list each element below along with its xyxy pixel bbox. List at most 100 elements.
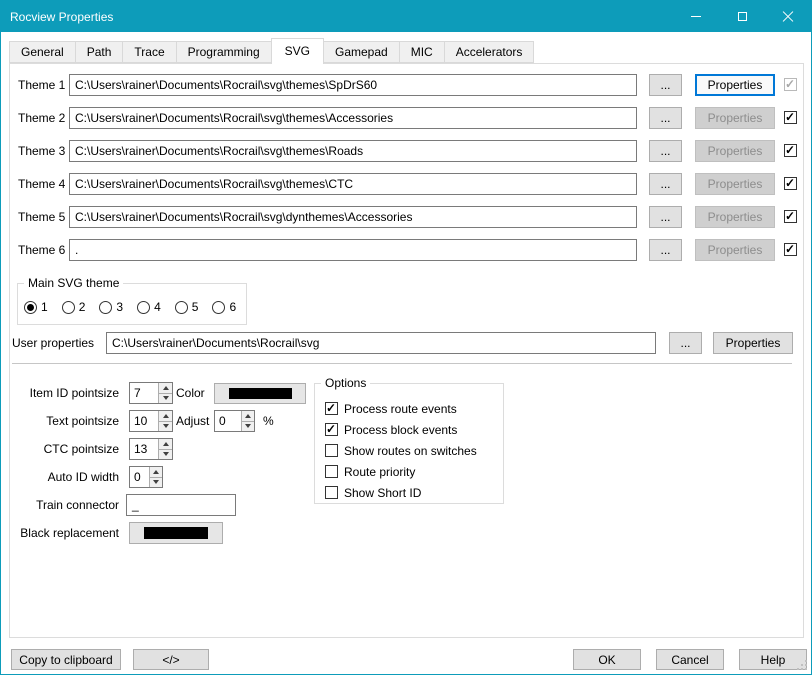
item-id-color-button[interactable] [214, 383, 306, 404]
theme4-properties-button[interactable]: Properties [695, 173, 775, 195]
radio-theme-1[interactable]: 1 [24, 300, 48, 314]
window-controls [673, 1, 811, 32]
spinner-value[interactable]: 0 [130, 467, 149, 487]
radio-icon[interactable] [175, 301, 188, 314]
option-process-block-events[interactable]: Process block events [325, 423, 477, 436]
radio-theme-4[interactable]: 4 [137, 300, 161, 314]
spin-down-icon [163, 396, 169, 400]
spinner-value[interactable]: 0 [215, 411, 241, 431]
help-button[interactable]: Help [739, 649, 807, 670]
theme3-path-input[interactable]: C:\Users\rainer\Documents\Rocrail\svg\th… [69, 140, 637, 162]
theme5-enable-checkbox[interactable] [784, 210, 797, 223]
theme2-label: Theme 2 [18, 111, 65, 125]
checkbox-icon[interactable] [325, 486, 338, 499]
spin-up-button[interactable] [159, 383, 172, 393]
tab-programming[interactable]: Programming [176, 41, 272, 63]
item-id-color-swatch [229, 388, 292, 399]
theme1-properties-button[interactable]: Properties [695, 74, 775, 96]
spin-down-icon [163, 424, 169, 428]
auto-id-width-spinner[interactable]: 0 [129, 466, 163, 488]
theme3-enable-checkbox[interactable] [784, 144, 797, 157]
black-replacement-button[interactable] [129, 522, 223, 544]
theme4-path-input[interactable]: C:\Users\rainer\Documents\Rocrail\svg\th… [69, 173, 637, 195]
theme5-properties-button[interactable]: Properties [695, 206, 775, 228]
radio-theme-2[interactable]: 2 [62, 300, 86, 314]
radio-icon[interactable] [62, 301, 75, 314]
theme6-path-input[interactable]: . [69, 239, 637, 261]
user-properties-browse-button[interactable]: ... [669, 332, 702, 354]
train-connector-input[interactable]: _ [126, 494, 236, 516]
checkbox-icon[interactable] [325, 444, 338, 457]
user-properties-input[interactable]: C:\Users\rainer\Documents\Rocrail\svg [106, 332, 656, 354]
ok-button[interactable]: OK [573, 649, 641, 670]
text-pointsize-spinner[interactable]: 10 [129, 410, 173, 432]
theme3-browse-button[interactable]: ... [649, 140, 682, 162]
resize-grip[interactable] [805, 668, 807, 670]
theme5-browse-button[interactable]: ... [649, 206, 682, 228]
spin-down-button[interactable] [159, 449, 172, 460]
theme1-enable-checkbox[interactable] [784, 78, 797, 91]
radio-theme-3[interactable]: 3 [99, 300, 123, 314]
tab-mic[interactable]: MIC [399, 41, 445, 63]
spinner-value[interactable]: 13 [130, 439, 158, 459]
theme2-browse-button[interactable]: ... [649, 107, 682, 129]
checkbox-icon[interactable] [325, 465, 338, 478]
tab-path[interactable]: Path [75, 41, 124, 63]
radio-icon[interactable] [99, 301, 112, 314]
checkbox-icon[interactable] [325, 423, 338, 436]
minimize-button[interactable] [673, 1, 719, 32]
theme5-path-input[interactable]: C:\Users\rainer\Documents\Rocrail\svg\dy… [69, 206, 637, 228]
cancel-button[interactable]: Cancel [656, 649, 724, 670]
spin-up-icon [245, 414, 251, 418]
theme6-browse-button[interactable]: ... [649, 239, 682, 261]
spin-down-button[interactable] [159, 393, 172, 404]
radio-icon[interactable] [137, 301, 150, 314]
tab-gamepad[interactable]: Gamepad [323, 41, 400, 63]
radio-icon[interactable] [24, 301, 37, 314]
radio-theme-5[interactable]: 5 [175, 300, 199, 314]
radio-theme-6[interactable]: 6 [212, 300, 236, 314]
code-button[interactable]: </> [133, 649, 209, 670]
theme4-enable-checkbox[interactable] [784, 177, 797, 190]
theme4-browse-button[interactable]: ... [649, 173, 682, 195]
spinner-value[interactable]: 10 [130, 411, 158, 431]
spin-up-button[interactable] [159, 439, 172, 449]
adjust-spinner[interactable]: 0 [214, 410, 255, 432]
theme3-label: Theme 3 [18, 144, 65, 158]
option-show-routes-on-switches[interactable]: Show routes on switches [325, 444, 477, 457]
theme1-path-input[interactable]: C:\Users\rainer\Documents\Rocrail\svg\th… [69, 74, 637, 96]
tab-accelerators[interactable]: Accelerators [444, 41, 535, 63]
checkbox-icon[interactable] [325, 402, 338, 415]
user-properties-properties-button[interactable]: Properties [713, 332, 793, 354]
theme2-properties-button[interactable]: Properties [695, 107, 775, 129]
close-button[interactable] [765, 1, 811, 32]
spin-up-button[interactable] [159, 411, 172, 421]
spin-down-button[interactable] [242, 421, 254, 432]
theme1-browse-button[interactable]: ... [649, 74, 682, 96]
spinner-buttons [158, 439, 172, 459]
theme2-path-input[interactable]: C:\Users\rainer\Documents\Rocrail\svg\th… [69, 107, 637, 129]
theme3-properties-button[interactable]: Properties [695, 140, 775, 162]
spin-up-button[interactable] [150, 467, 162, 477]
radio-label: 3 [116, 300, 123, 314]
copy-to-clipboard-button[interactable]: Copy to clipboard [11, 649, 121, 670]
maximize-button[interactable] [719, 1, 765, 32]
item-id-pointsize-spinner[interactable]: 7 [129, 382, 173, 404]
spin-down-button[interactable] [159, 421, 172, 432]
tab-general[interactable]: General [9, 41, 76, 63]
tab-svg[interactable]: SVG [271, 38, 324, 64]
option-process-route-events[interactable]: Process route events [325, 402, 477, 415]
spinner-value[interactable]: 7 [130, 383, 158, 403]
spin-up-button[interactable] [242, 411, 254, 421]
radio-icon[interactable] [212, 301, 225, 314]
theme6-properties-button[interactable]: Properties [695, 239, 775, 261]
tab-trace[interactable]: Trace [122, 41, 176, 63]
ctc-pointsize-spinner[interactable]: 13 [129, 438, 173, 460]
spin-down-button[interactable] [150, 477, 162, 488]
theme6-enable-checkbox[interactable] [784, 243, 797, 256]
option-show-short-id[interactable]: Show Short ID [325, 486, 477, 499]
option-route-priority[interactable]: Route priority [325, 465, 477, 478]
theme2-enable-checkbox[interactable] [784, 111, 797, 124]
spinner-buttons [158, 383, 172, 403]
options-legend: Options [321, 376, 370, 390]
